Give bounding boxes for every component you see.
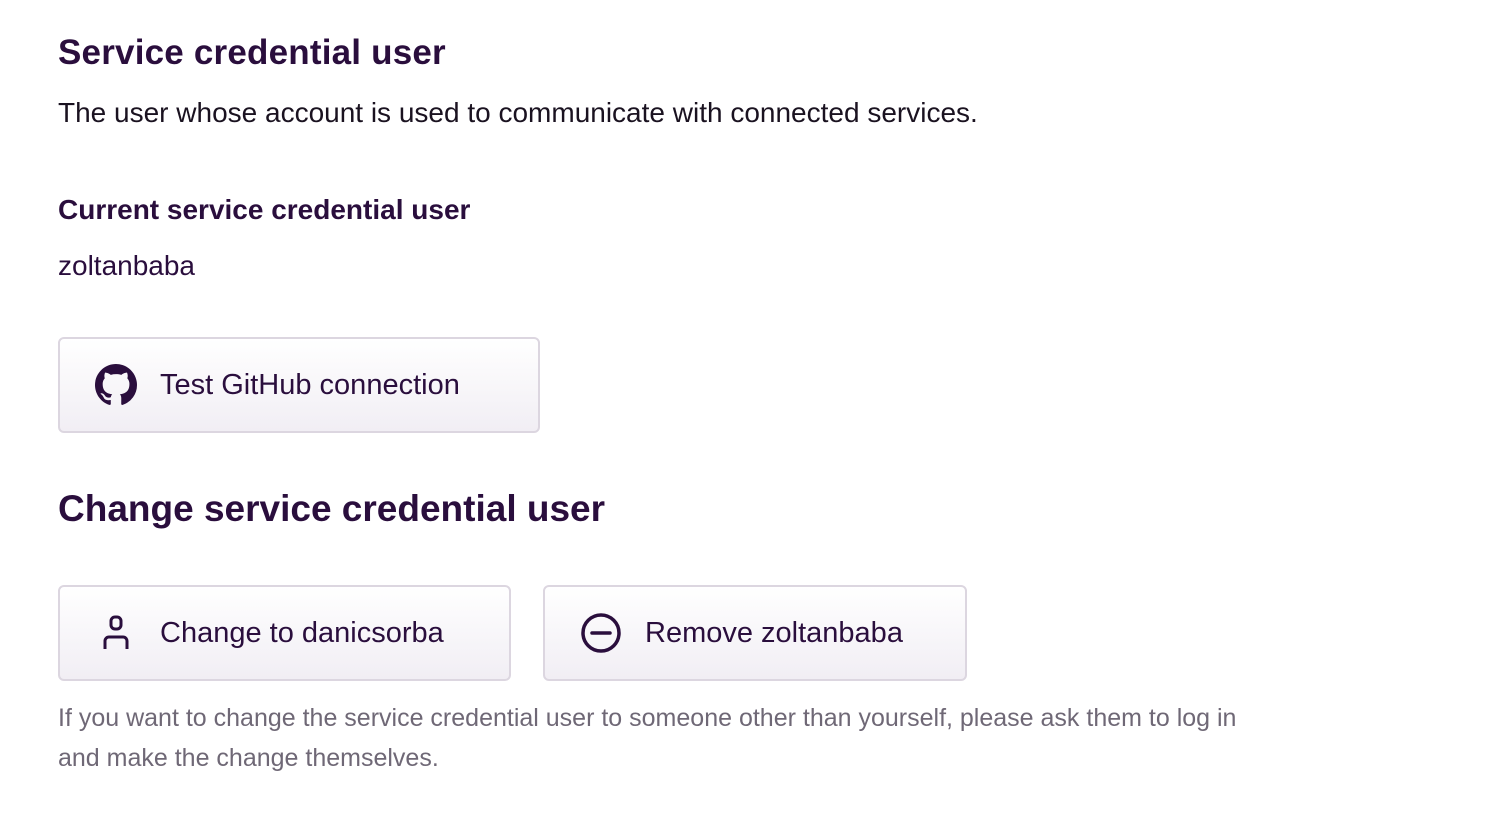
remove-user-label: Remove zoltanbaba	[645, 616, 903, 649]
change-section-title: Change service credential user	[58, 488, 606, 529]
remove-user-button[interactable]: Remove zoltanbaba	[543, 585, 967, 681]
change-user-note: If you want to change the service creden…	[58, 704, 1237, 772]
current-user-label: Current service credential user	[58, 194, 471, 225]
section-description: The user whose account is used to commun…	[58, 97, 978, 128]
current-user-value: zoltanbaba	[58, 250, 196, 281]
change-user-label: Change to danicsorba	[160, 616, 444, 649]
user-icon	[94, 611, 138, 655]
test-github-connection-button[interactable]: Test GitHub connection	[58, 337, 540, 433]
minus-circle-icon	[579, 611, 623, 655]
github-icon	[94, 363, 138, 407]
service-credential-page: Service credential user The user whose a…	[0, 0, 1486, 832]
test-github-connection-label: Test GitHub connection	[160, 368, 460, 401]
change-user-button[interactable]: Change to danicsorba	[58, 585, 511, 681]
section-title: Service credential user	[58, 33, 446, 72]
